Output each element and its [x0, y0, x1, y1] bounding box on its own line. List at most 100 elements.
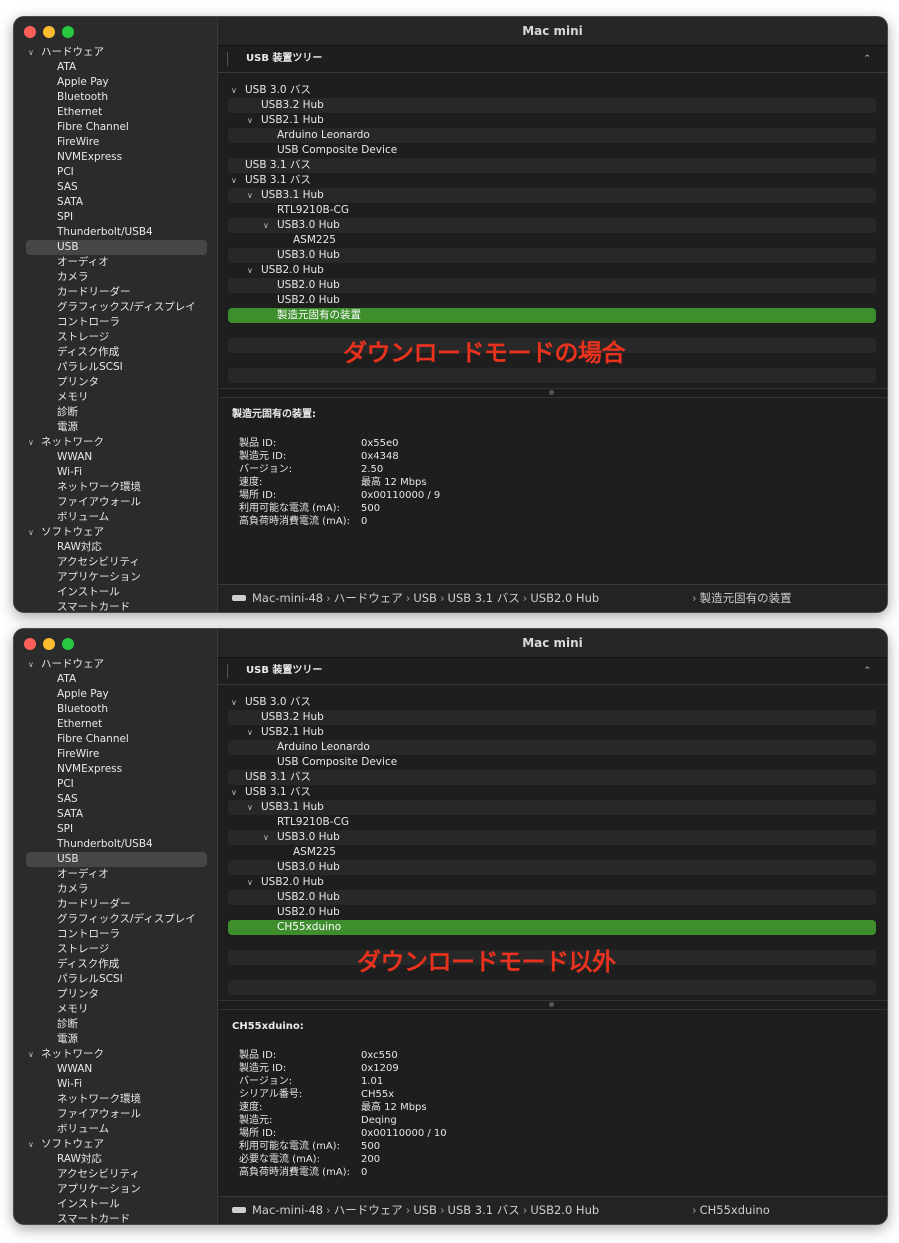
sidebar-item[interactable]: Wi-Fi	[14, 1077, 217, 1092]
sidebar-item[interactable]: パラレルSCSI	[14, 972, 217, 987]
sidebar-item[interactable]: Apple Pay	[14, 687, 217, 702]
sidebar-item[interactable]: Thunderbolt/USB4	[14, 837, 217, 852]
sidebar-item[interactable]: 診断	[14, 1017, 217, 1032]
tree-row[interactable]: RTL9210B-CG	[228, 815, 876, 830]
breadcrumb-item[interactable]: USB	[413, 1203, 437, 1217]
tree-row[interactable]: ASM225	[228, 845, 876, 860]
sidebar-item[interactable]: SPI	[14, 210, 217, 225]
chevron-down-icon[interactable]: ∨	[231, 83, 237, 98]
sidebar-item[interactable]: ボリューム	[14, 510, 217, 525]
chevron-down-icon[interactable]: ∨	[247, 800, 253, 815]
tree-header[interactable]: USB 装置ツリー ⌃	[218, 46, 887, 73]
tree-row[interactable]: USB 3.1 バス	[228, 158, 876, 173]
chevron-down-icon[interactable]: ∨	[247, 113, 253, 128]
sidebar-item[interactable]: アプリケーション	[14, 1182, 217, 1197]
sidebar-item[interactable]: ボリューム	[14, 1122, 217, 1137]
chevron-down-icon[interactable]: ∨	[28, 435, 34, 450]
chevron-down-icon[interactable]: ∨	[247, 188, 253, 203]
chevron-down-icon[interactable]: ∨	[231, 695, 237, 710]
sidebar-item[interactable]: RAW対応	[14, 1152, 217, 1167]
tree-row[interactable]: USB2.0 Hub	[228, 278, 876, 293]
minimize-icon[interactable]	[43, 638, 55, 650]
tree-row[interactable]: USB3.0 Hub	[228, 860, 876, 875]
sidebar-section[interactable]: ∨ ハードウェア	[14, 45, 217, 60]
sidebar-item[interactable]: メモリ	[14, 390, 217, 405]
chevron-down-icon[interactable]: ∨	[247, 725, 253, 740]
breadcrumb-item[interactable]: Mac-mini-48	[252, 1203, 323, 1217]
chevron-down-icon[interactable]: ∨	[231, 173, 237, 188]
sidebar-item[interactable]: プリンタ	[14, 987, 217, 1002]
sidebar-item[interactable]: USB	[26, 240, 207, 255]
breadcrumb-item[interactable]: Mac-mini-48	[252, 591, 323, 605]
chevron-down-icon[interactable]: ∨	[28, 1137, 34, 1152]
sidebar-item[interactable]: ATA	[14, 60, 217, 75]
sidebar-item[interactable]: カメラ	[14, 882, 217, 897]
chevron-down-icon[interactable]: ∨	[28, 525, 34, 540]
sidebar-item[interactable]: アクセシビリティ	[14, 555, 217, 570]
sidebar-item[interactable]: Wi-Fi	[14, 465, 217, 480]
tree-row[interactable]: USB2.0 Hub	[228, 905, 876, 920]
sidebar-item[interactable]: Ethernet	[14, 105, 217, 120]
chevron-up-icon[interactable]: ⌃	[863, 46, 871, 72]
tree-row[interactable]: ∨ USB 3.0 バス	[228, 83, 876, 98]
divider-handle[interactable]	[549, 390, 554, 395]
sidebar-item[interactable]: Ethernet	[14, 717, 217, 732]
close-icon[interactable]	[24, 26, 36, 38]
breadcrumb-item[interactable]: USB2.0 Hub	[530, 1203, 599, 1217]
sidebar-item[interactable]: スマートカード	[14, 1212, 217, 1224]
tree-row[interactable]: USB3.2 Hub	[228, 710, 876, 725]
sidebar-item[interactable]: ファイアウォール	[14, 495, 217, 510]
zoom-icon[interactable]	[62, 26, 74, 38]
sidebar-item[interactable]: オーディオ	[14, 867, 217, 882]
tree-header[interactable]: USB 装置ツリー ⌃	[218, 658, 887, 685]
tree-row[interactable]: USB3.0 Hub	[228, 248, 876, 263]
sidebar-item[interactable]: インストール	[14, 585, 217, 600]
sidebar-item[interactable]: SAS	[14, 180, 217, 195]
breadcrumb-item[interactable]: USB2.0 Hub	[530, 591, 599, 605]
tree-row[interactable]: ∨ USB2.0 Hub	[228, 875, 876, 890]
sidebar-item[interactable]: プリンタ	[14, 375, 217, 390]
sidebar-item[interactable]: USB	[26, 852, 207, 867]
tree-row[interactable]: USB2.0 Hub	[228, 890, 876, 905]
sidebar-item[interactable]: RAW対応	[14, 540, 217, 555]
sidebar-item[interactable]: ネットワーク環境	[14, 480, 217, 495]
tree-row[interactable]: ∨ USB3.0 Hub	[228, 830, 876, 845]
tree-row[interactable]: Arduino Leonardo	[228, 740, 876, 755]
sidebar-item[interactable]: FireWire	[14, 135, 217, 150]
sidebar-item[interactable]: グラフィックス/ディスプレイ	[14, 912, 217, 927]
tree-row[interactable]: USB2.0 Hub	[228, 293, 876, 308]
breadcrumb-item[interactable]: 製造元固有の装置	[700, 591, 792, 605]
split-divider[interactable]	[218, 1000, 887, 1010]
minimize-icon[interactable]	[43, 26, 55, 38]
sidebar-item[interactable]: FireWire	[14, 747, 217, 762]
tree-row[interactable]: RTL9210B-CG	[228, 203, 876, 218]
tree-row[interactable]: ∨ USB 3.1 バス	[228, 173, 876, 188]
split-divider[interactable]	[218, 388, 887, 398]
breadcrumb-item[interactable]: USB 3.1 バス	[448, 1203, 520, 1217]
sidebar-item[interactable]: ネットワーク環境	[14, 1092, 217, 1107]
tree-row[interactable]: USB3.2 Hub	[228, 98, 876, 113]
sidebar-item[interactable]: ディスク作成	[14, 957, 217, 972]
sidebar-item[interactable]: ATA	[14, 672, 217, 687]
tree-row[interactable]: ∨ USB 3.1 バス	[228, 785, 876, 800]
breadcrumb-item[interactable]: ハードウェア	[334, 591, 403, 605]
tree-row[interactable]: ∨ USB2.0 Hub	[228, 263, 876, 278]
divider-handle[interactable]	[549, 1002, 554, 1007]
sidebar-item[interactable]: SAS	[14, 792, 217, 807]
sidebar-item[interactable]: ストレージ	[14, 942, 217, 957]
sidebar-item[interactable]: コントローラ	[14, 927, 217, 942]
sidebar-section[interactable]: ∨ ハードウェア	[14, 657, 217, 672]
chevron-down-icon[interactable]: ∨	[247, 875, 253, 890]
breadcrumb-item[interactable]: ハードウェア	[334, 1203, 403, 1217]
chevron-down-icon[interactable]: ∨	[263, 218, 269, 233]
zoom-icon[interactable]	[62, 638, 74, 650]
tree-row-selected[interactable]: CH55xduino	[228, 920, 876, 935]
sidebar-item[interactable]: 電源	[14, 1032, 217, 1047]
tree-row[interactable]: ∨ USB2.1 Hub	[228, 725, 876, 740]
sidebar-item[interactable]: NVMExpress	[14, 150, 217, 165]
sidebar-item[interactable]: アクセシビリティ	[14, 1167, 217, 1182]
sidebar-item[interactable]: ストレージ	[14, 330, 217, 345]
tree-row[interactable]: ∨ USB2.1 Hub	[228, 113, 876, 128]
chevron-down-icon[interactable]: ∨	[231, 785, 237, 800]
tree-row[interactable]: ∨ USB3.1 Hub	[228, 800, 876, 815]
